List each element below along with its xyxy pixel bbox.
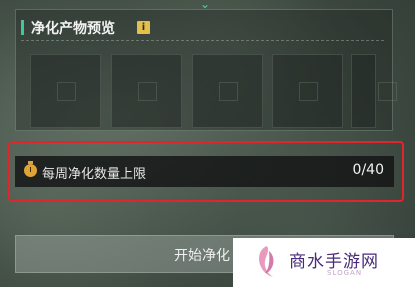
purification-preview-panel: 净化产物预览 i [15,9,397,131]
header-accent-bar [21,20,24,35]
preview-slot[interactable] [111,54,182,128]
preview-title: 净化产物预览 [31,21,115,37]
start-button-label: 开始净化 [174,248,230,264]
watermark-slogan: SLOGAN [327,269,363,277]
preview-header: 净化产物预览 i [21,16,384,41]
watermark-logo-icon [259,246,274,277]
highlight-frame [8,141,404,202]
chevron-down-icon[interactable]: ⌄ [199,0,211,10]
preview-slot[interactable] [351,54,397,128]
info-icon[interactable]: i [137,21,150,34]
preview-slot[interactable] [192,54,263,128]
preview-slot[interactable] [272,54,343,128]
watermark: 商水手游网 SLOGAN [233,238,415,287]
preview-slot[interactable] [30,54,101,128]
